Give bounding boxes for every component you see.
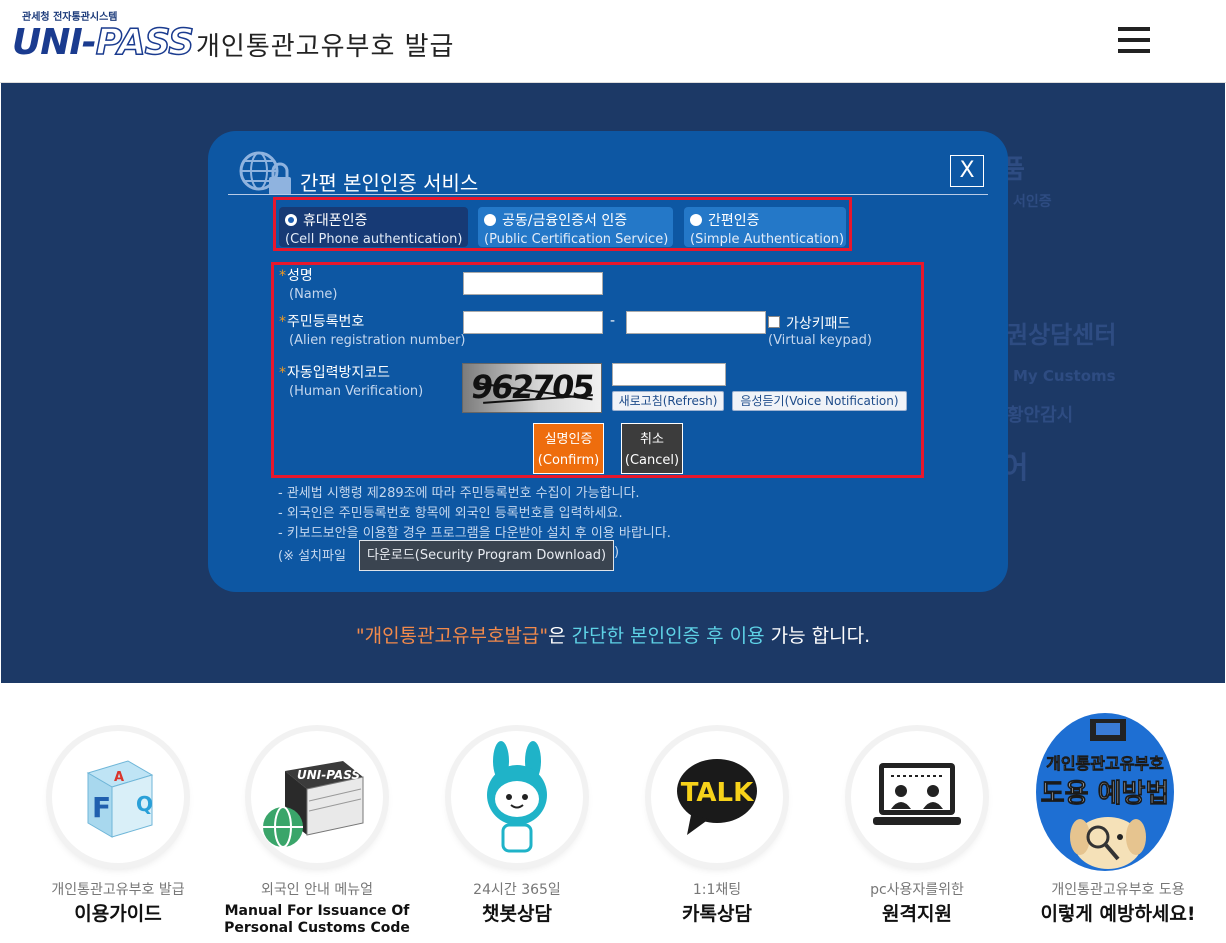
refresh-button[interactable]: 새로고침(Refresh)	[612, 391, 724, 411]
download-button[interactable]: 다운로드(Security Program Download)	[359, 540, 614, 571]
auth-option-cellphone[interactable]: 휴대폰인증 (Cell Phone authentication)	[279, 207, 468, 247]
tile-chatbot[interactable]: 24시간 365일 챗봇상담	[417, 683, 617, 943]
title-divider	[228, 194, 988, 195]
note-line: - 관세법 시행령 제289조에 따라 주민등록번호 수집이 가능합니다.	[278, 486, 640, 501]
main-banner: 품 서인증 권상담센터 My Customs 황안감시 어 간편 본인인증 서비…	[1, 83, 1225, 683]
quick-menu: F A Q 개인통관고유부호 발급 이용가이드 UNI-PASS 외국인 안내 …	[0, 683, 1226, 943]
globe-lock-icon	[239, 151, 291, 195]
name-input[interactable]	[463, 272, 603, 295]
rrn-label: *주민등록번호 (Alien registration number)	[279, 314, 466, 348]
install-note-end: )	[614, 545, 620, 560]
manual-books-icon: UNI-PASS	[251, 731, 383, 863]
captcha-image: 962705	[462, 363, 602, 413]
tile-foreigner-manual[interactable]: UNI-PASS 외국인 안내 메뉴얼 Manual For Issuance …	[217, 683, 417, 943]
kakaotalk-icon: TALK	[651, 731, 783, 863]
svg-text:TALK: TALK	[681, 778, 754, 808]
cancel-button[interactable]: 취소 (Cancel)	[621, 423, 683, 474]
unipass-logo[interactable]: 관세청 전자통관시스템 UNI-PASS	[12, 8, 195, 70]
theft-prevention-icon: 개인통관고유부호 도용 예방법	[1036, 713, 1174, 871]
tile-subtitle: 24시간 365일	[473, 882, 561, 898]
tile-subtitle: pc사용자를위한	[870, 882, 964, 898]
header: 관세청 전자통관시스템 UNI-PASS 개인통관고유부호 발급	[0, 0, 1226, 83]
tile-subtitle: 개인통관고유부호 도용	[1051, 882, 1185, 898]
page-title: 개인통관고유부호 발급	[196, 32, 455, 62]
remote-support-icon	[851, 731, 983, 863]
modal-title: 간편 본인인증 서비스	[300, 171, 479, 195]
confirm-button[interactable]: 실명인증 (Confirm)	[533, 423, 604, 474]
background-word: 황안감시	[1007, 405, 1074, 426]
rrn-second-input[interactable]	[626, 311, 766, 334]
tagline: "개인통관고유부호발급"은 간단한 본인인증 후 이용 가능 합니다.	[355, 625, 871, 647]
logo-subtitle: 관세청 전자통관시스템	[22, 12, 118, 23]
tile-title: 카톡상담	[682, 903, 752, 925]
captcha-input[interactable]	[612, 363, 726, 386]
note-line: - 키보드보안을 이용할 경우 프로그램을 다운받아 설치 후 이용 바랍니다.	[278, 526, 671, 541]
radio-selected-icon[interactable]	[285, 214, 297, 226]
tile-title: 이용가이드	[74, 903, 162, 925]
name-label: *성명 (Name)	[279, 268, 338, 302]
auth-option-simple[interactable]: 간편인증 (Simple Authentication)	[684, 207, 846, 247]
tile-subtitle: 1:1채팅	[692, 882, 742, 898]
install-note: (※ 설치파일	[278, 549, 346, 564]
tile-title: 이렇게 예방하세요!	[1040, 903, 1196, 925]
chatbot-rabbit-icon	[451, 731, 583, 863]
background-word: 서인증	[1013, 194, 1052, 210]
voice-button[interactable]: 음성듣기(Voice Notification)	[732, 391, 907, 411]
svg-text:A: A	[114, 770, 124, 785]
tile-title: 원격지원	[882, 903, 952, 925]
svg-text:Q: Q	[136, 792, 153, 816]
tile-title: 챗봇상담	[482, 903, 552, 925]
svg-text:UNI-PASS: UNI-PASS	[297, 768, 360, 782]
tile-kakaotalk[interactable]: TALK 1:1채팅 카톡상담	[617, 683, 817, 943]
tile-title: Manual For Issuance Of Personal Customs …	[224, 903, 410, 936]
radio-icon[interactable]	[690, 214, 702, 226]
auth-modal: 간편 본인인증 서비스 X 휴대폰인증 (Cell Phone authenti…	[208, 131, 1008, 592]
virtual-keypad-label: 가상키패드	[786, 316, 851, 332]
rrn-dash: -	[610, 313, 616, 329]
tile-subtitle: 개인통관고유부호 발급	[51, 882, 185, 898]
virtual-keypad-checkbox[interactable]	[768, 316, 780, 328]
captcha-label: *자동입력방지코드 (Human Verification)	[279, 365, 424, 399]
faq-cube-icon: F A Q	[52, 731, 184, 863]
radio-icon[interactable]	[484, 214, 496, 226]
close-button[interactable]: X	[950, 155, 984, 187]
virtual-keypad-sub: (Virtual keypad)	[768, 333, 872, 348]
menu-icon[interactable]	[1118, 27, 1150, 57]
rrn-first-input[interactable]	[463, 311, 603, 334]
svg-text:F: F	[92, 791, 111, 824]
tile-remote-support[interactable]: pc사용자를위한 원격지원	[817, 683, 1017, 943]
logo-wordmark: UNI-PASS	[12, 21, 195, 64]
auth-option-certificate[interactable]: 공동/금융인증서 인증 (Public Certification Servic…	[478, 207, 673, 247]
background-word: 권상담센터	[1006, 321, 1117, 349]
tile-usage-guide[interactable]: F A Q 개인통관고유부호 발급 이용가이드	[18, 683, 218, 943]
background-word: My Customs	[1013, 367, 1116, 385]
tile-subtitle: 외국인 안내 메뉴얼	[261, 882, 373, 898]
tile-theft-prevention[interactable]: 개인통관고유부호 도용 예방법 개인통관고유부호 도용 이렇게 예방하세요!	[1002, 683, 1202, 943]
note-line: - 외국인은 주민등록번호 항목에 외국인 등록번호를 입력하세요.	[278, 506, 623, 521]
